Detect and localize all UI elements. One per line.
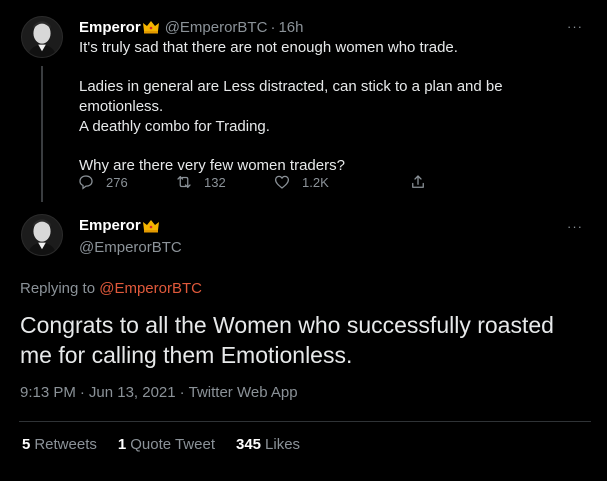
author-name[interactable]: Emperor (79, 19, 141, 36)
tweet-time[interactable]: 16h (278, 19, 303, 36)
crown-icon (142, 219, 159, 232)
author-handle[interactable]: @EmperorBTC (79, 239, 182, 256)
likes-stat[interactable]: 345 Likes (236, 436, 300, 453)
tweet-source-link[interactable]: Twitter Web App (189, 384, 298, 401)
retweet-button[interactable]: 132 (175, 173, 273, 191)
likes-label: Likes (265, 436, 301, 453)
author-handle[interactable]: @EmperorBTC (165, 19, 268, 36)
tweet-metadata: 9:13 PM · Jun 13, 2021 · Twitter Web App (20, 384, 298, 401)
separator: · (179, 384, 185, 401)
separator: · (79, 384, 85, 401)
engagement-stats: 5 Retweets 1 Quote Tweet 345 Likes (22, 436, 321, 453)
avatar[interactable] (21, 16, 63, 58)
reply-icon (79, 175, 93, 190)
replying-to: Replying to @EmperorBTC (20, 280, 202, 297)
retweet-count: 132 (204, 174, 226, 190)
crown-icon (142, 21, 159, 34)
quotes-label: Quote Tweet (130, 436, 215, 453)
tweet-date-link[interactable]: Jun 13, 2021 (89, 384, 176, 401)
divider (19, 421, 591, 422)
tweet-header: Emperor @EmperorBTC · 16h (79, 17, 303, 37)
tweet-line: Ladies in general are Less distracted, c… (79, 78, 503, 115)
action-bar: 276 132 1.2K (77, 172, 427, 192)
reply-count: 276 (106, 174, 128, 190)
focused-tweet: Emperor @EmperorBTC ··· Replying to @Emp… (0, 200, 607, 481)
quotes-count: 1 (117, 436, 127, 453)
share-button[interactable] (409, 173, 427, 191)
tweet-text: It's truly sad that there are not enough… (79, 38, 589, 176)
like-icon (274, 175, 290, 189)
more-icon[interactable]: ··· (563, 18, 587, 34)
author-name[interactable]: Emperor (79, 217, 141, 234)
replying-mention-link[interactable]: @EmperorBTC (99, 280, 202, 297)
replying-prefix: Replying to (20, 280, 96, 297)
separator: · (270, 18, 276, 36)
tweet-text: Congrats to all the Women who successful… (20, 312, 554, 368)
tweet-line: It's truly sad that there are not enough… (79, 39, 458, 56)
thread-connector-line (41, 66, 43, 202)
retweet-icon (177, 176, 191, 188)
quote-tweets-stat[interactable]: 1 Quote Tweet (118, 436, 215, 453)
parent-tweet[interactable]: Emperor @EmperorBTC · 16h ··· It's truly… (0, 0, 607, 202)
tweet-line: A deathly combo for Trading. (79, 118, 270, 135)
like-button[interactable]: 1.2K (273, 173, 409, 191)
likes-count: 345 (236, 436, 262, 453)
author-name-row: Emperor (79, 217, 165, 234)
reply-button[interactable]: 276 (77, 173, 175, 191)
like-count: 1.2K (302, 174, 329, 190)
more-icon[interactable]: ··· (563, 218, 587, 234)
retweets-stat[interactable]: 5 Retweets (22, 436, 97, 453)
avatar[interactable] (21, 214, 63, 256)
tweet-time-link[interactable]: 9:13 PM (20, 384, 76, 401)
tweet-thread: Emperor @EmperorBTC · 16h ··· It's truly… (0, 0, 607, 481)
retweets-count: 5 (22, 436, 31, 453)
share-icon (412, 175, 424, 188)
retweets-label: Retweets (34, 436, 97, 453)
